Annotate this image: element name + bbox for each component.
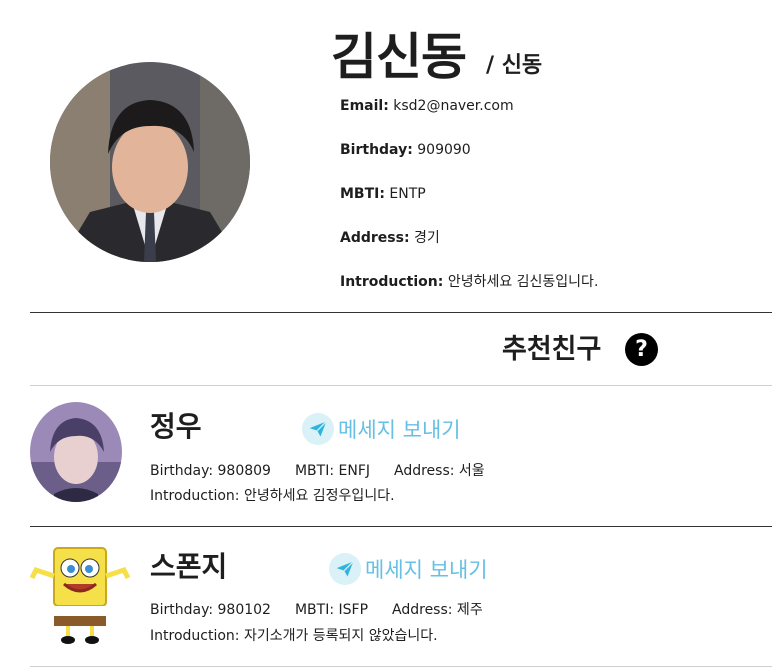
mbti-row: MBTI: ENTP bbox=[340, 184, 426, 204]
divider bbox=[30, 666, 772, 667]
friend-details: Birthday: 980102 MBTI: ISFP Address: 제주 bbox=[150, 600, 507, 620]
friend-avatar[interactable] bbox=[30, 540, 130, 645]
introduction-row: Introduction: 안녕하세요 김신동입니다. bbox=[340, 272, 598, 292]
friend-introduction: Introduction: 자기소개가 등록되지 않았습니다. bbox=[150, 628, 438, 644]
friend-avatar[interactable] bbox=[30, 402, 122, 502]
friend-birthday: Birthday: 980809 bbox=[150, 463, 271, 479]
recommend-title: 추천친구 bbox=[502, 334, 602, 365]
friend-address: Address: 서울 bbox=[394, 463, 485, 479]
email-row: Email: ksd2@naver.com bbox=[340, 96, 514, 116]
profile-nickname: / 신동 bbox=[486, 53, 543, 78]
divider bbox=[30, 312, 772, 313]
introduction-value: 안녕하세요 김신동입니다. bbox=[447, 274, 599, 290]
mbti-label: MBTI: bbox=[340, 186, 385, 202]
birthday-row: Birthday: 909090 bbox=[340, 140, 471, 160]
address-label: Address: bbox=[340, 230, 410, 246]
birthday-value: 909090 bbox=[417, 142, 471, 158]
friend-birthday: Birthday: 980102 bbox=[150, 602, 271, 618]
birthday-label: Birthday: bbox=[340, 142, 413, 158]
profile-name: 김신동 bbox=[331, 28, 467, 86]
paper-plane-icon bbox=[302, 413, 334, 445]
address-value: 경기 bbox=[414, 230, 440, 246]
friend-name: 스폰지 bbox=[150, 550, 228, 583]
friend-introduction: Introduction: 안녕하세요 김정우입니다. bbox=[150, 488, 395, 504]
send-message-label: 메세지 보내기 bbox=[365, 558, 488, 582]
friend-mbti: MBTI: ISFP bbox=[294, 602, 369, 618]
divider bbox=[30, 385, 772, 386]
friend-name: 정우 bbox=[150, 410, 202, 443]
friend-mbti: MBTI: ENFJ bbox=[294, 463, 370, 479]
send-message-button[interactable]: 메세지 보내기 bbox=[302, 412, 461, 446]
introduction-label: Introduction: bbox=[340, 274, 444, 290]
send-message-button[interactable]: 메세지 보내기 bbox=[329, 552, 488, 586]
send-message-label: 메세지 보내기 bbox=[338, 418, 461, 442]
mbti-value: ENTP bbox=[389, 186, 426, 202]
friend-details: Birthday: 980809 MBTI: ENFJ Address: 서울 bbox=[150, 461, 509, 481]
profile-avatar bbox=[50, 62, 250, 262]
email-value: ksd2@naver.com bbox=[393, 98, 514, 114]
question-circle-icon[interactable]: ? bbox=[625, 333, 658, 366]
divider bbox=[30, 526, 772, 527]
address-row: Address: 경기 bbox=[340, 228, 440, 248]
email-label: Email: bbox=[340, 98, 389, 114]
friend-address: Address: 제주 bbox=[392, 602, 483, 618]
paper-plane-icon bbox=[329, 553, 361, 585]
